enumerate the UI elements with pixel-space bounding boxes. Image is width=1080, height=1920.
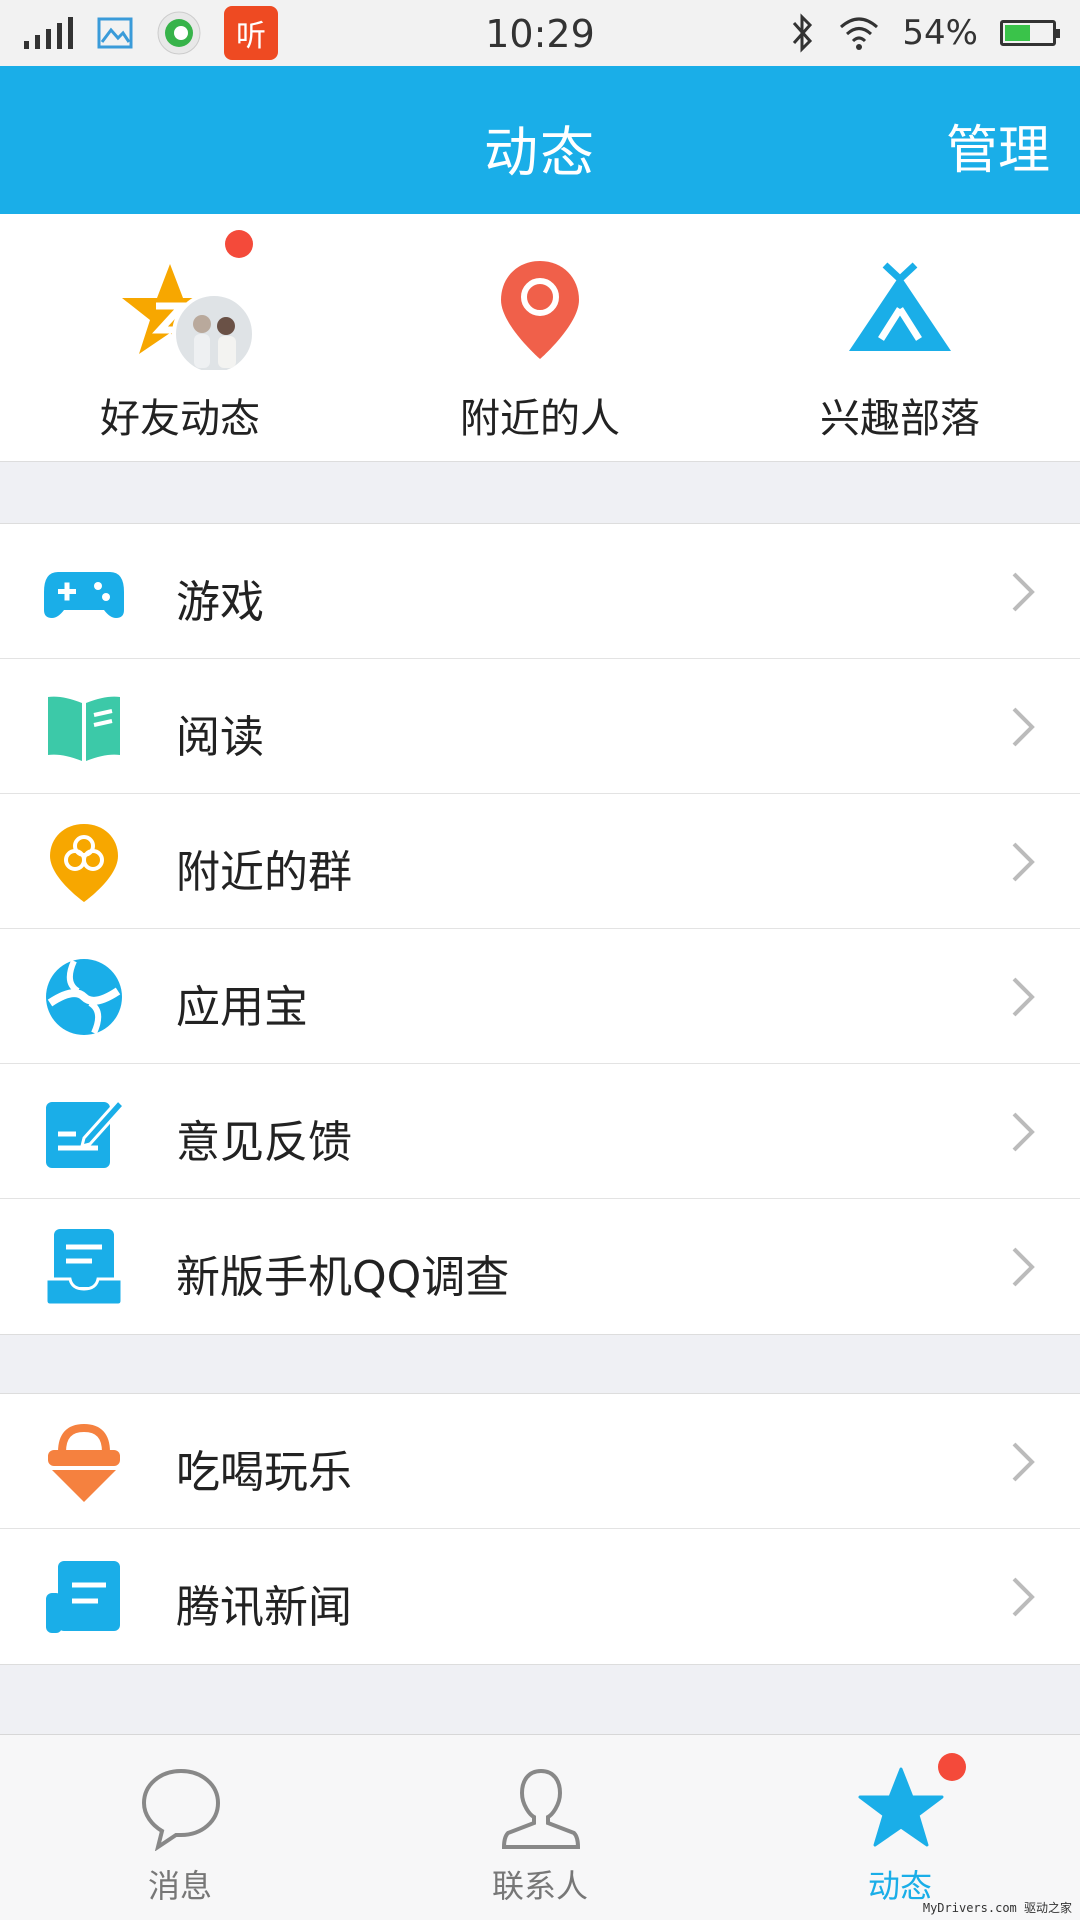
status-right: 54%: [790, 0, 1060, 66]
bluetooth-icon: [793, 13, 813, 53]
list-group-2: 吃喝玩乐 腾讯新闻: [0, 1393, 1080, 1665]
chevron-right-icon: [1012, 1442, 1035, 1482]
list-item-feedback[interactable]: 意见反馈: [0, 1064, 1080, 1199]
list-item-food-fun[interactable]: 吃喝玩乐: [0, 1394, 1080, 1529]
chevron-right-icon: [1012, 1577, 1035, 1617]
list-item-label: 新版手机QQ调查: [176, 1252, 510, 1303]
chevron-right-icon: [1012, 1247, 1035, 1287]
list-item-label: 附近的群: [176, 847, 352, 898]
news-icon: [46, 1561, 120, 1633]
bottom-nav: 消息 联系人 动态: [0, 1734, 1080, 1920]
food-fun-icon: [48, 1423, 120, 1502]
nearby-group-icon: [50, 824, 118, 902]
entry-label: 兴趣部落: [820, 396, 980, 442]
battery-percent: 54%: [902, 13, 978, 53]
star-icon: [858, 1767, 944, 1847]
list-item-label: 应用宝: [176, 982, 308, 1033]
contacts-icon: [501, 1768, 581, 1849]
friend-feed-dot: [225, 230, 253, 258]
top-entries: 好友动态 附近的人 兴趣部落: [0, 214, 1080, 462]
feedback-icon: [46, 1097, 124, 1168]
list-item-nearby-groups[interactable]: 附近的群: [0, 794, 1080, 929]
list-group-1: 游戏 阅读 附近的群 应用宝 意见反馈 新版手机QQ调查: [0, 523, 1080, 1335]
chevron-right-icon: [1012, 1112, 1035, 1152]
entry-friend-feed[interactable]: 好友动态: [0, 214, 360, 462]
list-item-tencent-news[interactable]: 腾讯新闻: [0, 1529, 1080, 1664]
page-title: 动态: [484, 121, 596, 184]
friend-feed-star-icon: [122, 264, 256, 370]
chat-bubble-icon: [141, 1768, 221, 1851]
entry-label: 好友动态: [100, 396, 260, 442]
chevron-right-icon: [1012, 572, 1035, 612]
tab-label: 联系人: [491, 1867, 588, 1905]
watermark: MyDrivers.com 驱动之家: [922, 1901, 1072, 1915]
chevron-right-icon: [1012, 842, 1035, 882]
list-item-games[interactable]: 游戏: [0, 524, 1080, 659]
tent-icon: [849, 262, 951, 351]
battery-icon: [1000, 20, 1060, 46]
list-item-reading[interactable]: 阅读: [0, 659, 1080, 794]
list-item-label: 阅读: [176, 712, 264, 763]
tab-label: 消息: [147, 1867, 212, 1905]
title-bar: 动态 管理: [0, 66, 1080, 214]
book-icon: [48, 696, 120, 761]
dynamics-tab-dot: [938, 1753, 966, 1781]
chevron-right-icon: [1012, 707, 1035, 747]
app-store-icon: [46, 959, 122, 1035]
survey-icon: [44, 1229, 124, 1307]
entry-interest-tribe[interactable]: 兴趣部落: [720, 214, 1080, 462]
entry-label: 附近的人: [460, 396, 620, 442]
list-item-label: 游戏: [176, 577, 264, 628]
list-item-app-store[interactable]: 应用宝: [0, 929, 1080, 1064]
entry-nearby-people[interactable]: 附近的人: [360, 214, 720, 462]
status-bar: 听 10:29 54%: [0, 0, 1080, 66]
list-item-survey[interactable]: 新版手机QQ调查: [0, 1199, 1080, 1334]
tab-dynamics[interactable]: 动态: [720, 1735, 1080, 1920]
gamepad-icon: [44, 572, 124, 618]
list-item-label: 腾讯新闻: [176, 1582, 352, 1633]
location-pin-icon: [501, 261, 579, 359]
tab-contacts[interactable]: 联系人: [360, 1735, 720, 1920]
tab-messages[interactable]: 消息: [0, 1735, 360, 1920]
manage-button[interactable]: 管理: [946, 108, 1050, 183]
wifi-icon: [840, 17, 879, 50]
chevron-right-icon: [1012, 977, 1035, 1017]
list-item-label: 吃喝玩乐: [176, 1447, 352, 1498]
list-item-label: 意见反馈: [176, 1117, 352, 1168]
